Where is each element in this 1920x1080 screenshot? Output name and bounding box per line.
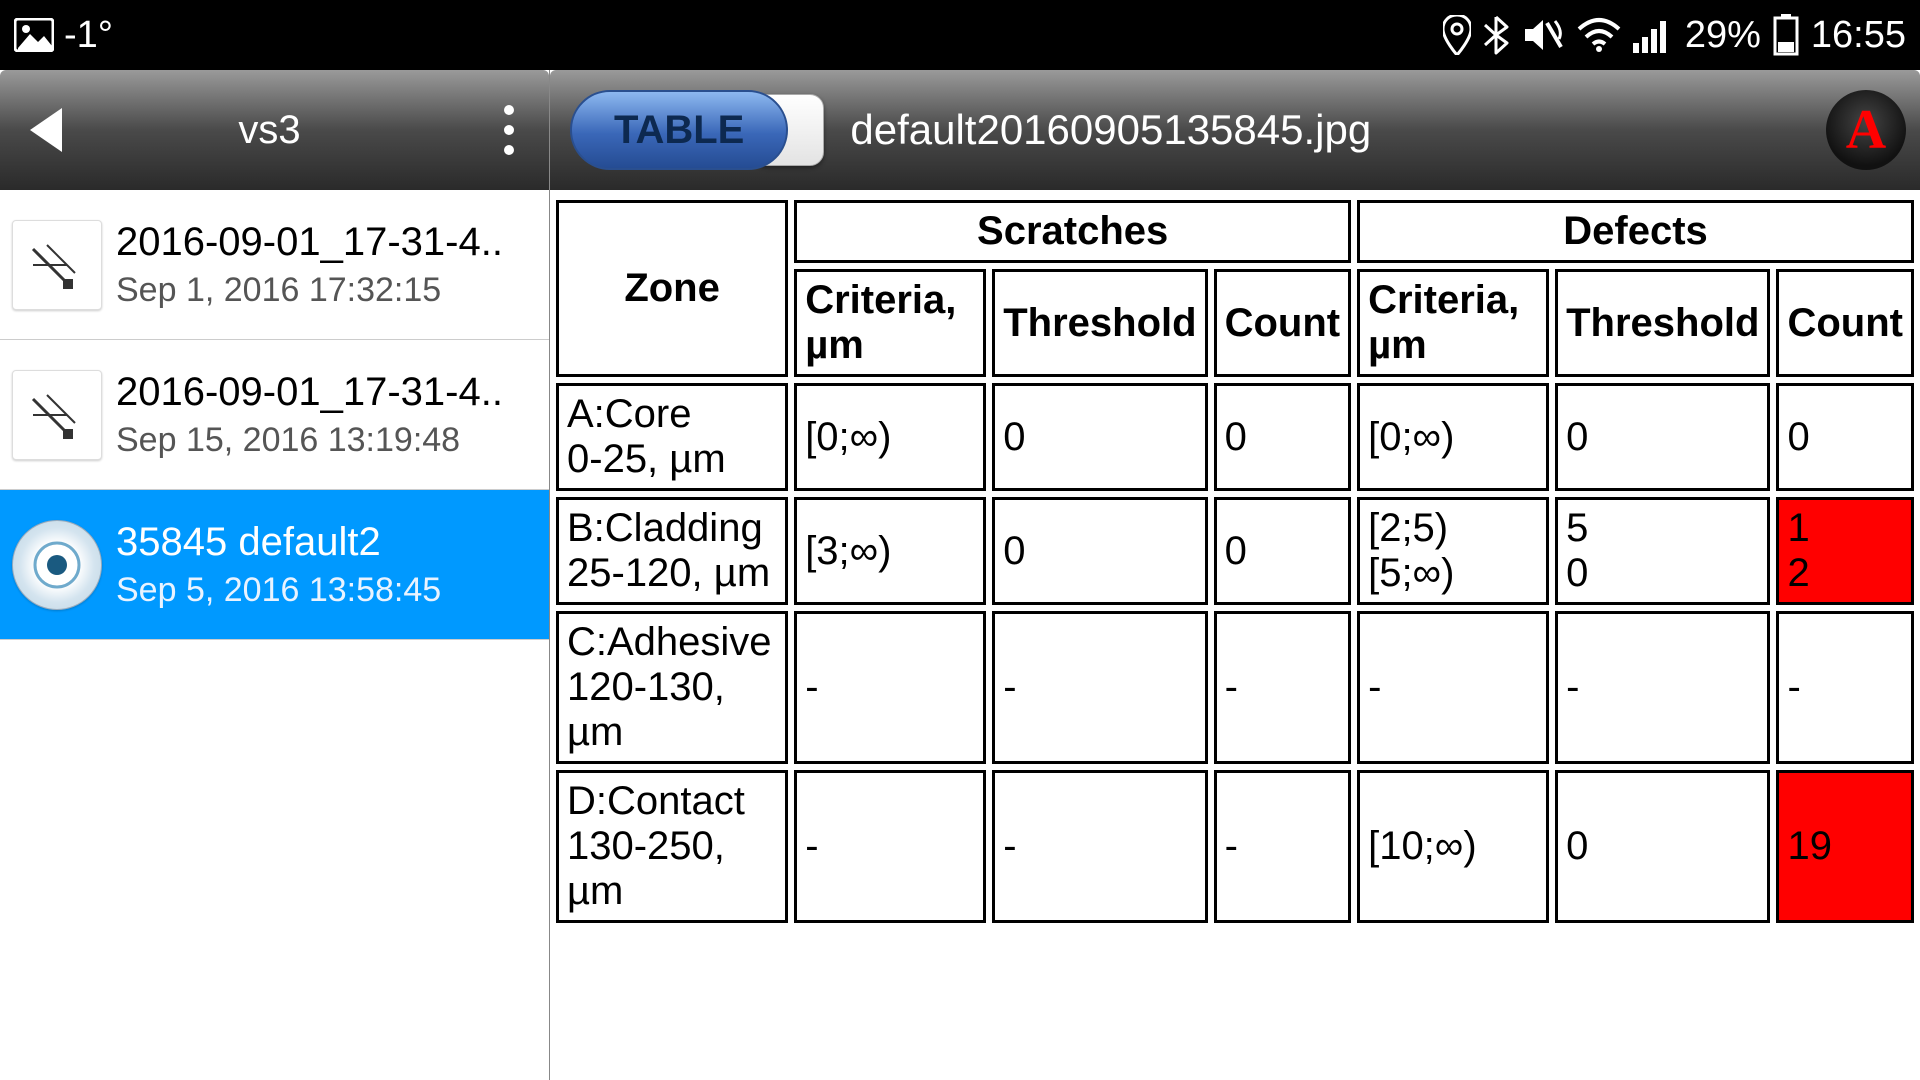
chart-thumb-icon (12, 220, 102, 310)
cell-scratch-criteria: - (794, 611, 986, 764)
cell-scratch-count: - (1214, 611, 1352, 764)
col-scratches-count: Count (1214, 269, 1352, 377)
list-item-subtitle: Sep 1, 2016 17:32:15 (116, 271, 537, 310)
list-item[interactable]: 2016-09-01_17-31-4.. Sep 15, 2016 13:19:4… (0, 340, 549, 490)
cell-scratch-criteria: [0;∞) (794, 383, 986, 491)
col-defects-threshold: Threshold (1555, 269, 1770, 377)
col-defects: Defects (1357, 200, 1914, 263)
cell-scratch-count: 0 (1214, 497, 1352, 605)
cell-scratch-threshold: - (992, 770, 1207, 923)
list-item-title: 35845 default2 (116, 520, 537, 565)
col-defects-count: Count (1776, 269, 1914, 377)
view-toggle-label: TABLE (614, 108, 744, 153)
cell-defect-count: 1 2 (1776, 497, 1914, 605)
cell-defect-threshold: - (1555, 611, 1770, 764)
list-item-title: 2016-09-01_17-31-4.. (116, 370, 537, 415)
cell-defect-criteria: [10;∞) (1357, 770, 1549, 923)
list-item-subtitle: Sep 15, 2016 13:19:48 (116, 421, 537, 460)
list-item-title: 2016-09-01_17-31-4.. (116, 220, 537, 265)
overflow-menu-button[interactable] (469, 70, 549, 190)
cell-scratch-threshold: 0 (992, 497, 1207, 605)
cell-scratch-criteria: - (794, 770, 986, 923)
cell-scratch-criteria: [3;∞) (794, 497, 986, 605)
wifi-icon (1577, 17, 1621, 53)
status-bar: -1° 29% 16:55 (0, 0, 1920, 70)
cell-defect-criteria: - (1357, 611, 1549, 764)
view-toggle[interactable]: TABLE (570, 90, 788, 170)
battery-percent: 29% (1685, 14, 1761, 57)
cell-defect-threshold: 0 (1555, 383, 1770, 491)
table-row: D:Contact 130-250, µm---[10;∞)019 (556, 770, 1914, 923)
overflow-menu-icon (504, 105, 514, 155)
bluetooth-icon (1483, 15, 1509, 55)
table-row: C:Adhesive 120-130, µm------ (556, 611, 1914, 764)
col-scratches-criteria: Criteria, µm (794, 269, 986, 377)
inspection-table: Zone Scratches Defects Criteria, µm Thre… (550, 194, 1920, 929)
list-item-subtitle: Sep 5, 2016 13:58:45 (116, 571, 537, 610)
col-scratches-threshold: Threshold (992, 269, 1207, 377)
col-defects-criteria: Criteria, µm (1357, 269, 1549, 377)
cell-defect-count: 0 (1776, 383, 1914, 491)
cell-defect-criteria: [2;5) [5;∞) (1357, 497, 1549, 605)
temperature-value: -1° (64, 14, 113, 57)
cell-defect-threshold: 0 (1555, 770, 1770, 923)
cell-scratch-count: - (1214, 770, 1352, 923)
mute-vibrate-icon (1521, 15, 1565, 55)
app-logo: A (1826, 90, 1906, 170)
table-row: B:Cladding 25-120, µm[3;∞)00[2;5) [5;∞)5… (556, 497, 1914, 605)
left-header: vs3 (0, 70, 549, 190)
cell-scratch-threshold: - (992, 611, 1207, 764)
cell-defect-count: 19 (1776, 770, 1914, 923)
current-filename: default20160905135845.jpg (850, 106, 1800, 154)
chart-thumb-icon (12, 370, 102, 460)
cell-defect-criteria: [0;∞) (1357, 383, 1549, 491)
left-pane: vs3 2016-09-01_17-31-4.. Sep 1, 2016 17:3… (0, 70, 550, 1080)
clock-time: 16:55 (1811, 14, 1906, 57)
col-zone: Zone (556, 200, 788, 377)
cell-defect-threshold: 5 0 (1555, 497, 1770, 605)
cell-scratch-count: 0 (1214, 383, 1352, 491)
location-icon (1443, 15, 1471, 55)
signal-icon (1633, 17, 1673, 53)
list-item[interactable]: 2016-09-01_17-31-4.. Sep 1, 2016 17:32:15 (0, 190, 549, 340)
right-header: TABLE default20160905135845.jpg A (550, 70, 1920, 190)
cell-scratch-threshold: 0 (992, 383, 1207, 491)
cell-defect-count: - (1776, 611, 1914, 764)
cell-zone: D:Contact 130-250, µm (556, 770, 788, 923)
table-row: A:Core 0-25, µm[0;∞)00[0;∞)00 (556, 383, 1914, 491)
cell-zone: C:Adhesive 120-130, µm (556, 611, 788, 764)
back-button[interactable] (0, 70, 90, 190)
list-item[interactable]: 35845 default2 Sep 5, 2016 13:58:45 (0, 490, 549, 640)
cell-zone: A:Core 0-25, µm (556, 383, 788, 491)
battery-icon (1773, 14, 1799, 56)
cell-zone: B:Cladding 25-120, µm (556, 497, 788, 605)
left-title: vs3 (90, 108, 469, 153)
col-scratches: Scratches (794, 200, 1351, 263)
right-pane: TABLE default20160905135845.jpg A Zone S… (550, 70, 1920, 1080)
result-list: 2016-09-01_17-31-4.. Sep 1, 2016 17:32:15… (0, 190, 549, 1080)
picture-icon (14, 18, 54, 52)
image-thumb-icon (12, 520, 102, 610)
